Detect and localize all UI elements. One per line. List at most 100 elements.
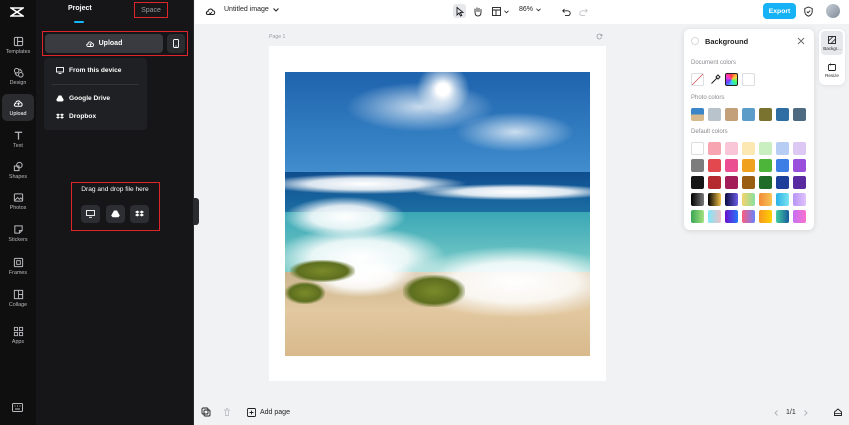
photo-color-swatch[interactable] [691, 108, 704, 121]
background-indicator-icon [691, 37, 699, 45]
rail-item-stickers[interactable]: Stickers [2, 220, 34, 247]
tool-rail: Templates Design Upload Text Shapes Phot… [0, 0, 36, 425]
rail-item-design[interactable]: Design [2, 63, 34, 90]
photo-color-swatch[interactable] [708, 108, 721, 121]
user-avatar[interactable] [826, 4, 840, 18]
photo-color-swatch[interactable] [725, 108, 738, 121]
keyboard-shortcuts-icon[interactable] [12, 403, 23, 412]
rail-label: Templates [5, 49, 31, 55]
rail-item-templates[interactable]: Templates [2, 32, 34, 59]
rail-label: Photos [9, 205, 27, 211]
rail-item-text[interactable]: Text [2, 126, 34, 153]
select-tool-icon[interactable] [454, 6, 465, 17]
default-color-swatch[interactable] [725, 159, 738, 172]
photo-color-swatch[interactable] [759, 108, 772, 121]
document-title-button[interactable]: Untitled image [224, 6, 279, 13]
default-color-swatch[interactable] [742, 193, 755, 206]
menu-item-dropbox[interactable]: Dropbox [56, 113, 96, 120]
drop-from-device-button[interactable] [81, 205, 100, 223]
no-color-swatch[interactable] [691, 73, 704, 86]
shield-icon[interactable] [803, 6, 814, 17]
side-item-background[interactable]: Backgr... [821, 31, 843, 55]
upload-button[interactable]: Upload [45, 34, 163, 53]
photo-color-swatch[interactable] [742, 108, 755, 121]
tab-space[interactable]: Space [134, 2, 168, 18]
custom-color-swatch[interactable] [725, 73, 738, 86]
default-color-swatch[interactable] [691, 193, 704, 206]
rail-item-photos[interactable]: Photos [2, 188, 34, 215]
pages-panel-icon[interactable] [833, 407, 843, 417]
export-button[interactable]: Export [763, 3, 796, 19]
default-color-swatch[interactable] [708, 159, 721, 172]
tab-project[interactable]: Project [68, 5, 92, 12]
rail-item-shapes[interactable]: Shapes [2, 157, 34, 184]
photo-color-swatch[interactable] [776, 108, 789, 121]
default-color-swatch[interactable] [759, 176, 772, 189]
photo-color-swatch[interactable] [793, 108, 806, 121]
default-color-swatch[interactable] [691, 142, 704, 155]
default-color-swatch[interactable] [708, 193, 721, 206]
layout-icon[interactable] [491, 6, 502, 17]
delete-icon[interactable] [222, 407, 232, 417]
drop-from-dropbox-button[interactable] [130, 205, 149, 223]
menu-item-from-device[interactable]: From this device [56, 67, 121, 74]
rail-item-collage[interactable]: Collage [2, 285, 34, 312]
rail-item-upload[interactable]: Upload [2, 94, 34, 121]
default-color-swatch[interactable] [776, 193, 789, 206]
upload-from-phone-button[interactable] [167, 34, 185, 53]
document-color-white[interactable] [742, 73, 755, 86]
default-color-swatch[interactable] [691, 176, 704, 189]
refresh-icon[interactable] [596, 33, 603, 40]
drop-from-google-drive-button[interactable] [106, 205, 125, 223]
cloud-upload-icon [85, 41, 94, 47]
add-page-button[interactable]: Add page [247, 408, 290, 417]
default-color-swatch[interactable] [708, 142, 721, 155]
redo-icon[interactable] [578, 6, 589, 17]
page-count: 1/1 [786, 409, 796, 416]
close-icon[interactable] [797, 37, 805, 45]
drop-zone[interactable]: Drag and drop file here [71, 182, 160, 231]
chevron-left-icon[interactable] [774, 409, 778, 416]
default-color-swatch[interactable] [776, 159, 789, 172]
default-color-swatch[interactable] [725, 193, 738, 206]
default-color-swatch[interactable] [725, 142, 738, 155]
rail-item-apps[interactable]: Apps [2, 322, 34, 349]
zoom-dropdown[interactable]: 86% [519, 6, 541, 13]
default-color-swatch[interactable] [793, 176, 806, 189]
eyedropper-button[interactable] [709, 73, 722, 86]
default-color-swatch[interactable] [691, 210, 704, 223]
default-color-swatch[interactable] [776, 176, 789, 189]
menu-item-google-drive[interactable]: Google Drive [56, 95, 110, 102]
panel-collapse-handle[interactable] [194, 198, 199, 225]
default-color-swatch[interactable] [742, 142, 755, 155]
zoom-value: 86% [519, 6, 534, 13]
undo-icon[interactable] [561, 6, 572, 17]
chevron-down-icon[interactable] [504, 10, 509, 14]
default-color-swatch[interactable] [708, 210, 721, 223]
default-color-swatch[interactable] [793, 193, 806, 206]
chevron-right-icon[interactable] [803, 409, 808, 416]
default-color-swatch[interactable] [742, 176, 755, 189]
default-color-swatch[interactable] [742, 159, 755, 172]
default-color-swatch[interactable] [742, 210, 755, 223]
default-color-swatch[interactable] [759, 193, 772, 206]
rail-item-frames[interactable]: Frames [2, 253, 34, 280]
cloud-save-icon[interactable] [205, 6, 216, 17]
layers-icon[interactable] [201, 407, 211, 417]
default-color-swatch[interactable] [691, 159, 704, 172]
default-color-swatch[interactable] [793, 142, 806, 155]
default-color-swatch[interactable] [759, 210, 772, 223]
default-color-swatch[interactable] [793, 159, 806, 172]
default-color-swatch[interactable] [725, 176, 738, 189]
capcut-logo[interactable] [10, 6, 24, 18]
default-color-swatch[interactable] [776, 210, 789, 223]
default-color-swatch[interactable] [725, 210, 738, 223]
default-color-swatch[interactable] [708, 176, 721, 189]
default-color-swatch[interactable] [759, 142, 772, 155]
hand-tool-icon[interactable] [472, 6, 483, 17]
default-color-swatch[interactable] [793, 210, 806, 223]
default-color-swatch[interactable] [759, 159, 772, 172]
beach-photo[interactable] [285, 72, 590, 356]
side-item-resize[interactable]: Resize [821, 58, 843, 82]
default-color-swatch[interactable] [776, 142, 789, 155]
